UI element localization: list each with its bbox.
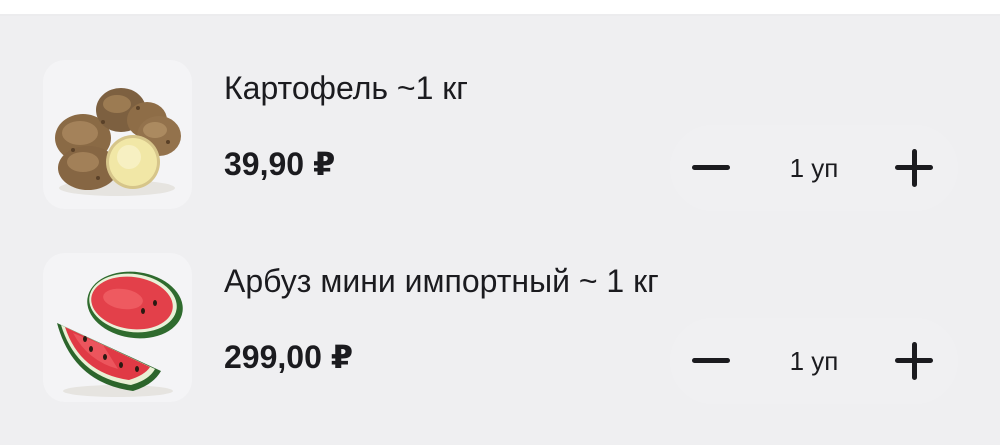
- quantity-stepper: 1 уп: [670, 125, 958, 211]
- cart-item: Арбуз мини импортный ~ 1 кг 299,00 ₽ 1 у…: [0, 237, 1000, 404]
- increase-button[interactable]: [872, 125, 958, 211]
- product-name[interactable]: Арбуз мини импортный ~ 1 кг: [224, 263, 659, 300]
- quantity-value: 1 уп: [789, 346, 839, 376]
- potato-image: [55, 88, 181, 196]
- product-name[interactable]: Картофель ~1 кг: [224, 70, 468, 107]
- minus-icon: [692, 358, 730, 363]
- watermelon-image: [57, 271, 183, 397]
- minus-icon: [692, 165, 730, 170]
- product-price: 39,90 ₽: [224, 146, 336, 182]
- product-price: 299,00 ₽: [224, 339, 354, 375]
- quantity-stepper: 1 уп: [670, 318, 958, 404]
- decrease-button[interactable]: [670, 125, 756, 211]
- decrease-button[interactable]: [670, 318, 756, 404]
- increase-button[interactable]: [872, 318, 958, 404]
- product-image-watermelon[interactable]: [43, 253, 192, 402]
- cart-list: Картофель ~1 кг 39,90 ₽ 1 уп Арбуз мини …: [0, 0, 1000, 445]
- product-image-potato[interactable]: [43, 60, 192, 209]
- cart-item: Картофель ~1 кг 39,90 ₽ 1 уп: [0, 44, 1000, 211]
- quantity-value: 1 уп: [789, 153, 839, 183]
